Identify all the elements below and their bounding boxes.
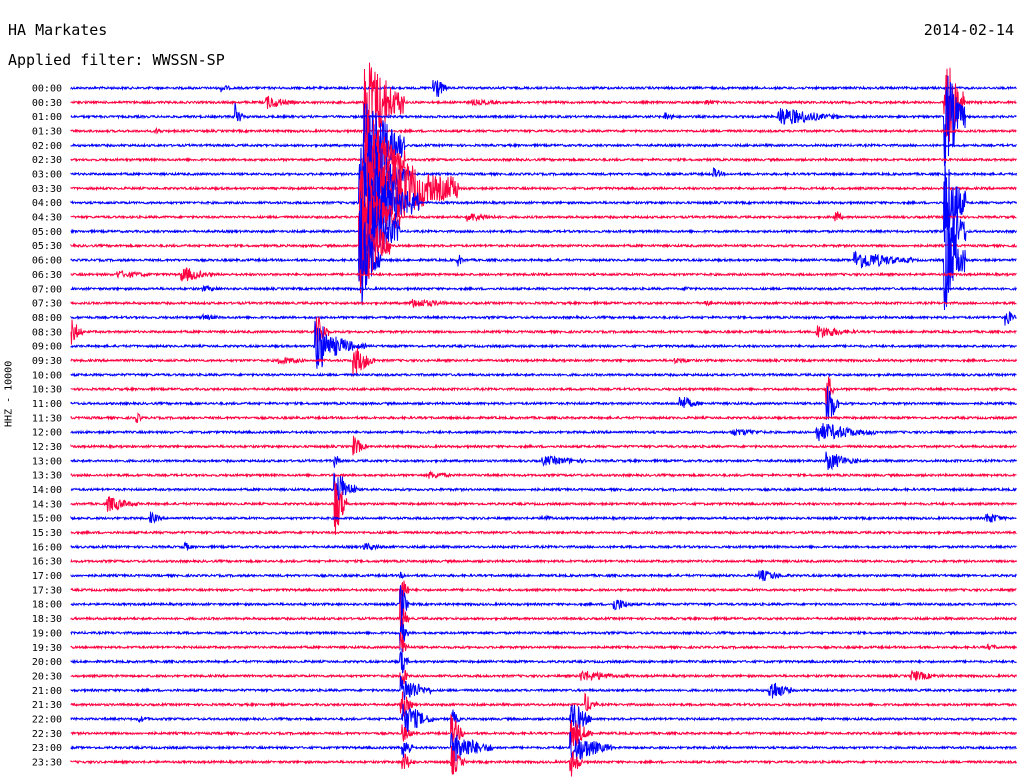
tick-label-2030: 20:30 (32, 671, 62, 682)
tick-label-1900: 19:00 (32, 628, 62, 639)
tick-label-2200: 22:00 (32, 714, 62, 725)
time-tick-labels: 00:00 00:30 01:00 01:30 02:00 02:30 03:00 03:30… (32, 84, 62, 769)
tick-label-0530: 05:30 (32, 241, 62, 252)
trace-row-2030 (70, 670, 1017, 687)
trace-row-0400 (70, 162, 1017, 251)
trace-row-1630 (70, 558, 1017, 565)
trace-row-2000 (70, 648, 1017, 674)
tick-label-1500: 15:00 (32, 514, 62, 525)
tick-label-2330: 23:30 (32, 757, 62, 768)
trace-row-0530 (70, 199, 1017, 294)
trace-row-2100 (70, 675, 1017, 700)
trace-row-1830 (70, 602, 1017, 629)
trace-row-1930 (70, 631, 1017, 653)
tick-label-0830: 08:30 (32, 327, 62, 338)
tick-label-0400: 04:00 (32, 198, 62, 209)
tick-label-1100: 11:00 (32, 399, 62, 410)
tick-label-0130: 01:30 (32, 127, 62, 138)
trace-row-0800 (70, 311, 1017, 326)
trace-row-1730 (70, 580, 1017, 611)
tick-label-1200: 12:00 (32, 428, 62, 439)
trace-row-1130 (70, 412, 1017, 424)
tick-label-1330: 13:30 (32, 471, 62, 482)
tick-label-2000: 20:00 (32, 657, 62, 668)
tick-label-1530: 15:30 (32, 528, 62, 539)
tick-label-1830: 18:30 (32, 614, 62, 625)
trace-row-1330 (70, 470, 1017, 479)
tick-label-1630: 16:30 (32, 557, 62, 568)
tick-label-1730: 17:30 (32, 585, 62, 596)
tick-label-0330: 03:30 (32, 184, 62, 195)
tick-label-1700: 17:00 (32, 571, 62, 582)
trace-row-0030 (70, 62, 1017, 149)
tick-label-2230: 22:30 (32, 729, 62, 740)
trace-row-0130 (70, 127, 1017, 135)
tick-label-0930: 09:30 (32, 356, 62, 367)
tick-label-0300: 03:00 (32, 170, 62, 181)
trace-row-1700 (70, 569, 1017, 582)
tick-label-0200: 02:00 (32, 141, 62, 152)
trace-row-1500 (70, 511, 1017, 524)
tick-label-1800: 18:00 (32, 600, 62, 611)
trace-row-1000 (70, 371, 1017, 378)
tick-label-0730: 07:30 (32, 299, 62, 310)
tick-label-0800: 08:00 (32, 313, 62, 324)
trace-row-1300 (70, 451, 1017, 471)
trace-row-1900 (70, 618, 1017, 651)
trace-row-0730 (70, 298, 1017, 308)
trace-row-0100 (70, 75, 1017, 166)
trace-row-0430 (70, 170, 1017, 262)
trace-row-2300 (70, 731, 1017, 762)
trace-row-2330 (70, 745, 1017, 777)
tick-label-1030: 10:30 (32, 385, 62, 396)
trace-row-2230 (70, 713, 1017, 750)
tick-label-0700: 07:00 (32, 284, 62, 295)
trace-row-1200 (70, 423, 1017, 442)
tick-label-1000: 10:00 (32, 370, 62, 381)
tick-label-0600: 06:00 (32, 256, 62, 267)
trace-row-1530 (70, 529, 1017, 536)
tick-label-2100: 21:00 (32, 686, 62, 697)
tick-label-1400: 14:00 (32, 485, 62, 496)
tick-label-0230: 02:30 (32, 155, 62, 166)
trace-row-2200 (70, 703, 1017, 733)
tick-label-1130: 11:30 (32, 413, 62, 424)
tick-label-1930: 19:30 (32, 643, 62, 654)
tick-label-0900: 09:00 (32, 342, 62, 353)
trace-row-0700 (70, 284, 1017, 292)
trace-row-2130 (70, 691, 1017, 717)
tick-label-2300: 23:00 (32, 743, 62, 754)
tick-label-0100: 01:00 (32, 112, 62, 123)
tick-label-1230: 12:30 (32, 442, 62, 453)
tick-label-2130: 21:30 (32, 700, 62, 711)
trace-row-0930 (70, 347, 1017, 377)
tick-label-0030: 00:30 (32, 98, 62, 109)
tick-label-1430: 14:30 (32, 499, 62, 510)
tick-label-1300: 13:00 (32, 456, 62, 467)
tick-label-0430: 04:30 (32, 213, 62, 224)
seismic-traces (70, 62, 1017, 777)
trace-row-0630 (70, 267, 1017, 282)
trace-row-0830 (70, 316, 1017, 347)
trace-row-1600 (70, 541, 1017, 551)
tick-label-0000: 00:00 (32, 84, 62, 95)
trace-row-0500 (70, 181, 1017, 278)
trace-row-0600 (70, 210, 1017, 311)
tick-label-0500: 05:00 (32, 227, 62, 238)
trace-row-1100 (70, 386, 1017, 420)
tick-label-1600: 16:00 (32, 542, 62, 553)
seismogram-plot: 00:00 00:30 01:00 01:30 02:00 02:30 03:00 03:30… (32, 62, 1017, 777)
tick-label-0630: 06:30 (32, 270, 62, 281)
trace-row-1230 (70, 435, 1017, 456)
trace-row-0000 (70, 79, 1017, 97)
